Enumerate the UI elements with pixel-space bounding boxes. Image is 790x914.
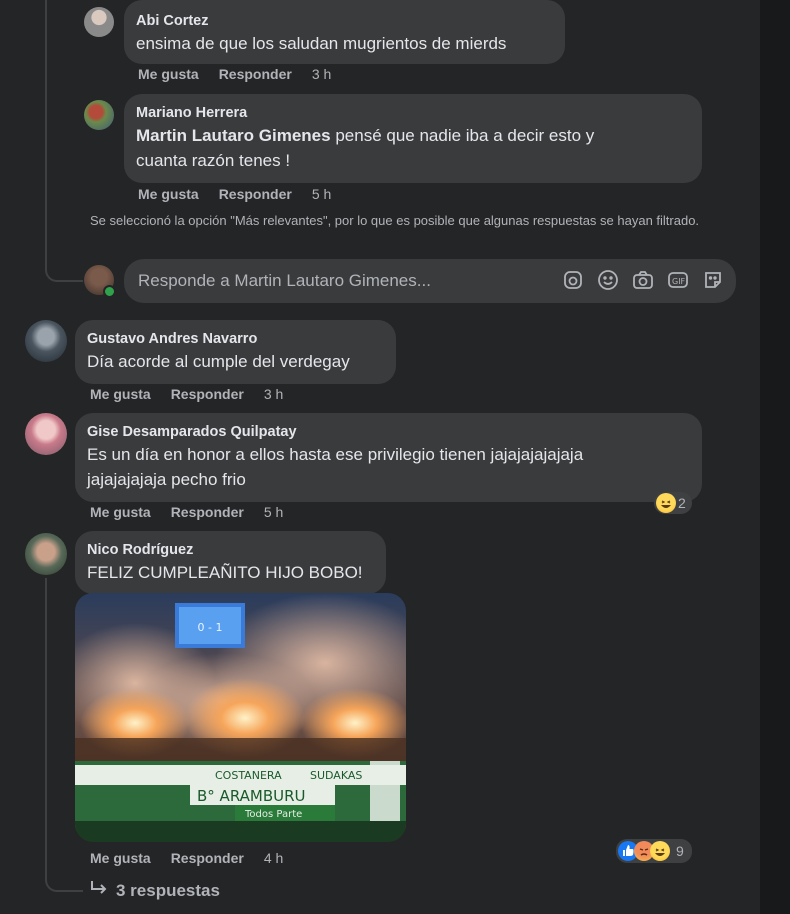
reaction-summary[interactable]: 2 [654, 492, 692, 514]
comment-bubble: Gustavo Andres Navarro Día acorde al cum… [75, 320, 396, 384]
reply-link[interactable]: Responder [219, 66, 292, 82]
haha-icon [650, 841, 670, 861]
comment-bubble: Nico Rodríguez FELIZ CUMPLEAÑITO HIJO BO… [75, 531, 386, 594]
reply-placeholder: Responde a Martin Lautaro Gimenes... [138, 271, 431, 290]
comment-text: Es un día en honor a ellos hasta ese pri… [87, 442, 690, 492]
banner-text: COSTANERA [215, 769, 282, 782]
like-link[interactable]: Me gusta [90, 504, 151, 520]
svg-text:GIF: GIF [672, 277, 686, 286]
comment-text-part: pensé que nadie iba a decir esto y [330, 126, 595, 145]
timestamp[interactable]: 3 h [264, 386, 283, 402]
comment-actions: Me gusta Responder 5 h [138, 186, 331, 202]
thread-line [45, 0, 47, 258]
sticker-icon[interactable] [562, 269, 584, 291]
comment-author[interactable]: Gise Desamparados Quilpatay [87, 423, 690, 442]
comment-text: FELIZ CUMPLEAÑITO HIJO BOBO! [87, 563, 363, 582]
camera-icon[interactable] [632, 269, 654, 291]
timestamp[interactable]: 4 h [264, 850, 283, 866]
view-replies-label: 3 respuestas [116, 880, 220, 900]
thread-elbow [45, 866, 83, 892]
comment-actions: Me gusta Responder 5 h [90, 504, 283, 520]
avatar[interactable] [84, 100, 114, 130]
comment-actions: Me gusta Responder 3 h [138, 66, 331, 82]
like-link[interactable]: Me gusta [90, 850, 151, 866]
comment-bubble: Gise Desamparados Quilpatay Es un día en… [75, 413, 702, 502]
reaction-summary[interactable]: 9 [616, 839, 692, 863]
comment-text-part: jajajajajaja pecho frio [87, 470, 246, 489]
banner-text: B° ARAMBURU [197, 787, 306, 805]
comment-actions: Me gusta Responder 3 h [90, 386, 283, 402]
thread-line [45, 578, 47, 876]
avatar[interactable] [84, 7, 114, 37]
thread-elbow [45, 250, 83, 282]
reply-arrow-icon [90, 880, 108, 901]
online-dot [103, 285, 116, 298]
emoji-icon[interactable] [597, 269, 619, 291]
comment-photo[interactable]: 0 - 1 COSTANERA SUDAKAS B° ARAMBURU Todo… [75, 593, 406, 842]
haha-icon [656, 493, 676, 513]
like-link[interactable]: Me gusta [138, 66, 199, 82]
svg-text:0 - 1: 0 - 1 [198, 621, 223, 634]
comment-actions: Me gusta Responder 4 h [90, 850, 283, 866]
reply-link[interactable]: Responder [171, 504, 244, 520]
timestamp[interactable]: 3 h [312, 66, 331, 82]
mention-link[interactable]: Martin Lautaro Gimenes [136, 126, 331, 145]
comments-panel: Abi Cortez ensima de que los saludan mug… [0, 0, 760, 914]
comment-text: ensima de que los saludan mugrientos de … [136, 34, 507, 53]
timestamp[interactable]: 5 h [312, 186, 331, 202]
comment-text-part: Es un día en honor a ellos hasta ese pri… [87, 445, 584, 464]
reply-input[interactable]: Responde a Martin Lautaro Gimenes... GIF [124, 259, 736, 303]
comment-text-part: cuanta razón tenes ! [136, 151, 291, 170]
banner-text: Todos Parte [244, 809, 302, 820]
reaction-count: 2 [678, 495, 686, 511]
comment-bubble: Abi Cortez ensima de que los saludan mug… [124, 0, 565, 64]
reply-tools: GIF [562, 269, 724, 291]
avatar[interactable] [25, 533, 67, 575]
comment-author[interactable]: Nico Rodríguez [87, 541, 374, 560]
avatar[interactable] [25, 413, 67, 455]
like-link[interactable]: Me gusta [90, 386, 151, 402]
view-replies-link[interactable]: 3 respuestas [90, 880, 220, 901]
reaction-count: 9 [676, 843, 684, 859]
scrollbar-track[interactable] [760, 0, 790, 914]
banner-text: SUDAKAS [310, 769, 362, 782]
reply-link[interactable]: Responder [171, 850, 244, 866]
reply-link[interactable]: Responder [219, 186, 292, 202]
gif-icon[interactable]: GIF [667, 269, 689, 291]
comment-author[interactable]: Abi Cortez [136, 12, 553, 31]
comment-bubble: Mariano Herrera Martin Lautaro Gimenes p… [124, 94, 702, 183]
timestamp[interactable]: 5 h [264, 504, 283, 520]
avatar-sticker-icon[interactable] [702, 269, 724, 291]
comment-author[interactable]: Gustavo Andres Navarro [87, 330, 384, 349]
avatar[interactable] [25, 320, 67, 362]
comment-text: Día acorde al cumple del verdegay [87, 352, 350, 371]
reply-link[interactable]: Responder [171, 386, 244, 402]
comment-text: Martin Lautaro Gimenes pensé que nadie i… [136, 123, 690, 173]
like-link[interactable]: Me gusta [138, 186, 199, 202]
comment-author[interactable]: Mariano Herrera [136, 104, 690, 123]
filter-note: Se seleccionó la opción "Más relevantes"… [90, 213, 700, 228]
